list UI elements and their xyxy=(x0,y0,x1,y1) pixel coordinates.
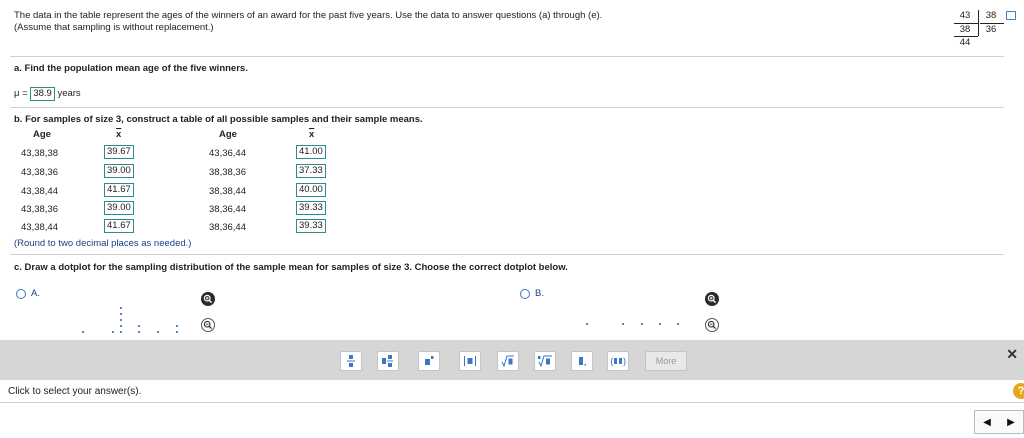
more-button[interactable]: More xyxy=(645,351,687,371)
mu-answer-box[interactable]: 38.9 xyxy=(30,87,55,101)
dotplot-b xyxy=(570,300,700,336)
problem-intro: The data in the table represent the ages… xyxy=(14,10,602,34)
dot xyxy=(176,331,179,334)
sample-age: 38,38,36 xyxy=(209,167,246,178)
data-value: 43 xyxy=(959,10,971,21)
part-a-question: a. Find the population mean age of the f… xyxy=(14,63,248,74)
square-root-icon[interactable] xyxy=(497,351,519,371)
status-text: Click to select your answer(s). xyxy=(8,386,142,397)
data-value: 38 xyxy=(959,24,971,35)
next-arrow-icon[interactable]: ▶ xyxy=(1007,417,1015,428)
zoom-in-icon[interactable] xyxy=(705,292,719,306)
divider xyxy=(10,107,1004,108)
intro-line-2: (Assume that sampling is without replace… xyxy=(14,22,214,33)
dotplot-a xyxy=(60,300,200,336)
sample-mean-box[interactable]: 41.00 xyxy=(296,145,326,159)
dot xyxy=(120,331,123,334)
rounding-hint: (Round to two decimal places as needed.) xyxy=(14,238,192,249)
data-table: 43 38 38 36 44 xyxy=(954,10,1014,50)
absolute-value-icon[interactable] xyxy=(459,351,481,371)
math-toolbar: () More ✕ xyxy=(0,340,1024,380)
divider xyxy=(10,254,1004,255)
svg-text:): ) xyxy=(623,357,627,368)
mu-label: μ = xyxy=(14,88,28,99)
dot xyxy=(659,323,662,326)
zoom-out-icon[interactable] xyxy=(201,318,215,332)
dot xyxy=(120,307,123,310)
sample-age: 43,38,44 xyxy=(21,186,58,197)
dot xyxy=(138,325,141,328)
exponent-icon[interactable] xyxy=(418,351,440,371)
dot xyxy=(138,331,141,334)
intro-line-1: The data in the table represent the ages… xyxy=(14,10,603,21)
copy-data-icon[interactable] xyxy=(1006,11,1016,20)
dot xyxy=(120,313,123,316)
radio-icon[interactable] xyxy=(520,288,530,299)
sample-mean-box[interactable]: 39.33 xyxy=(296,219,326,233)
svg-text:(: ( xyxy=(610,357,614,368)
sample-mean-box[interactable]: 40.00 xyxy=(296,183,326,197)
sample-age: 43,38,36 xyxy=(21,167,58,178)
data-value: 36 xyxy=(985,24,997,35)
sample-age: 43,38,38 xyxy=(21,148,58,159)
sample-mean-box[interactable]: 41.67 xyxy=(104,183,134,197)
col-header-xbar: x xyxy=(116,129,122,140)
interval-icon[interactable]: () xyxy=(607,351,629,371)
radio-icon[interactable] xyxy=(16,288,26,299)
sample-age: 43,38,36 xyxy=(21,204,58,215)
dot xyxy=(120,319,123,322)
help-icon[interactable]: ? xyxy=(1013,383,1024,399)
dot xyxy=(641,323,644,326)
mixed-number-icon[interactable] xyxy=(377,351,399,371)
fraction-icon[interactable] xyxy=(340,351,362,371)
col-header-age: Age xyxy=(33,129,51,140)
option-b[interactable]: B. xyxy=(520,288,544,299)
sample-age: 43,38,44 xyxy=(21,222,58,233)
dot xyxy=(586,323,589,326)
sample-age: 38,36,44 xyxy=(209,204,246,215)
table-rule xyxy=(978,10,979,36)
sample-age: 38,38,44 xyxy=(209,186,246,197)
sample-age: 43,36,44 xyxy=(209,148,246,159)
dot xyxy=(157,331,160,334)
option-a-label: A. xyxy=(31,288,40,299)
dot xyxy=(82,331,85,334)
zoom-in-icon[interactable] xyxy=(201,292,215,306)
sample-mean-box[interactable]: 39.00 xyxy=(104,201,134,215)
sample-mean-box[interactable]: 41.67 xyxy=(104,219,134,233)
unit-label: years xyxy=(57,88,81,99)
sample-mean-box[interactable]: 39.67 xyxy=(104,145,134,159)
data-value: 44 xyxy=(959,37,971,48)
dot xyxy=(120,325,123,328)
col-header-age: Age xyxy=(219,129,237,140)
sample-mean-box[interactable]: 39.33 xyxy=(296,201,326,215)
part-c-question: c. Draw a dotplot for the sampling distr… xyxy=(14,262,568,273)
divider xyxy=(10,56,1004,57)
data-value: 38 xyxy=(985,10,997,21)
part-b-question: b. For samples of size 3, construct a ta… xyxy=(14,114,423,125)
option-a[interactable]: A. xyxy=(16,288,40,299)
sample-age: 38,36,44 xyxy=(209,222,246,233)
option-b-label: B. xyxy=(535,288,544,299)
question-nav: ◀ ▶ xyxy=(974,410,1024,434)
prev-arrow-icon[interactable]: ◀ xyxy=(983,417,991,428)
sample-mean-box[interactable]: 37.33 xyxy=(296,164,326,178)
nth-root-icon[interactable] xyxy=(534,351,556,371)
dot xyxy=(677,323,680,326)
dot xyxy=(176,325,179,328)
status-bar xyxy=(0,380,1024,403)
mu-answer-line: μ = 38.9 years xyxy=(14,87,81,102)
dot xyxy=(112,331,115,334)
dot xyxy=(622,323,625,326)
close-icon[interactable]: ✕ xyxy=(1006,346,1018,363)
decimal-icon[interactable] xyxy=(571,351,593,371)
col-header-xbar: x xyxy=(309,129,315,140)
sample-mean-box[interactable]: 39.00 xyxy=(104,164,134,178)
zoom-out-icon[interactable] xyxy=(705,318,719,332)
